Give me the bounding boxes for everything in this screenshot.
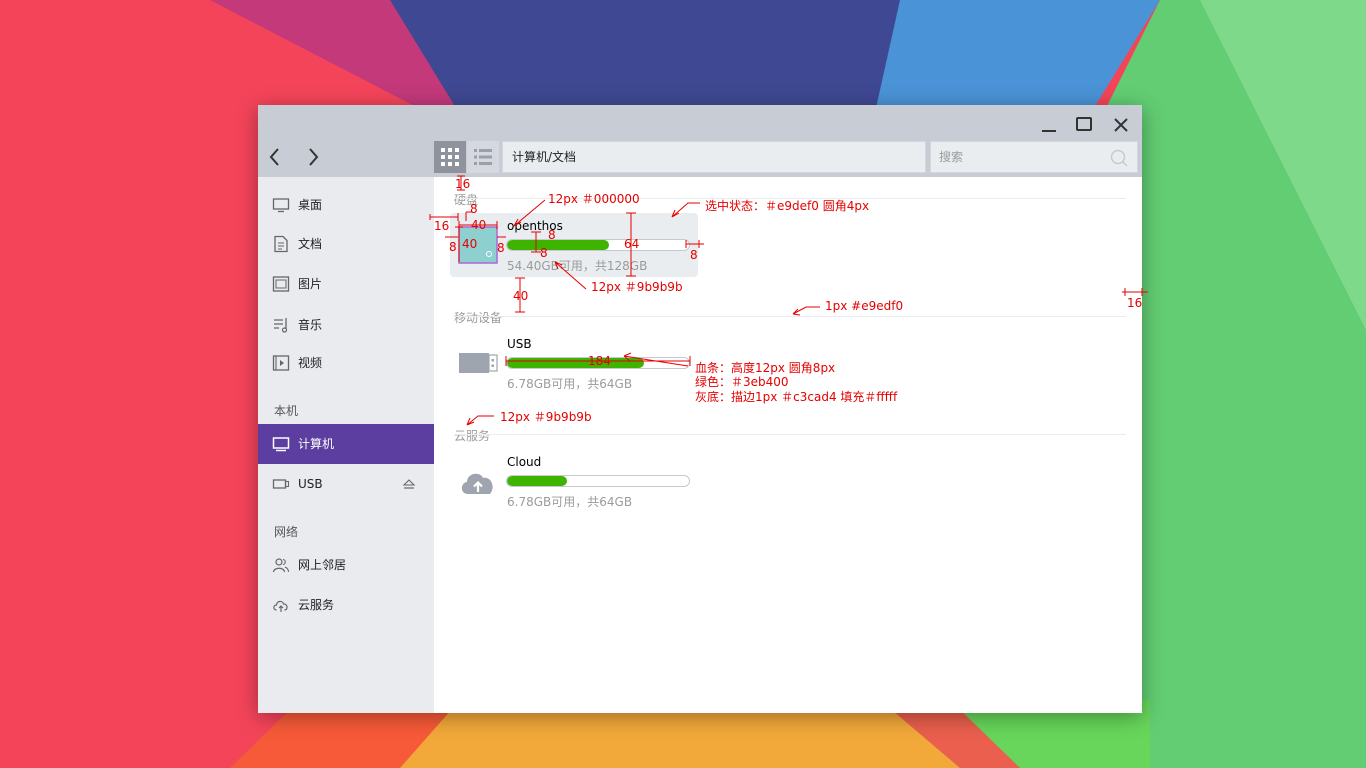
chevron-left-icon [269, 148, 279, 166]
minimize-icon [1042, 130, 1056, 132]
sidebar-item-label: 文档 [298, 237, 323, 251]
sidebar-item-label: 桌面 [298, 198, 323, 212]
device-cloud[interactable]: Cloud 6.78GB可用，共64GB [450, 449, 698, 513]
usb-icon [272, 479, 290, 489]
annotation-measure: 40 [471, 218, 487, 232]
music-icon [274, 318, 288, 333]
computer-icon [272, 437, 290, 452]
picture-icon [272, 276, 290, 292]
close-button[interactable] [1109, 113, 1133, 137]
annotation-measure: 64 [624, 237, 640, 251]
maximize-button[interactable] [1072, 113, 1096, 137]
sidebar-item-videos[interactable]: 视频 [258, 343, 434, 383]
annotation-bar-spec: 灰底：描边1px ＃c3cad4 填充＃fffff [695, 390, 898, 404]
sidebar-item-label: USB [298, 477, 323, 491]
search-box [930, 141, 1138, 173]
device-info: 6.78GB可用，共64GB [507, 495, 633, 509]
device-info: 6.78GB可用，共64GB [507, 377, 633, 391]
sidebar-item-label: 视频 [298, 356, 323, 370]
search-icon[interactable] [1109, 148, 1129, 168]
annotation-bar-spec: 血条：高度12px 圆角8px [695, 361, 836, 375]
storage-bar-fill [507, 358, 644, 368]
cloud-upload-icon [461, 473, 493, 494]
device-openthos[interactable]: openthos 54.40GB可用，共128GB [450, 213, 698, 277]
sidebar-item-music[interactable]: 音乐 [258, 305, 434, 345]
annotation-measure: 8 [449, 240, 457, 254]
path-bar[interactable]: 计算机/文档 [502, 141, 926, 173]
annotation-measure: 8 [470, 202, 478, 216]
annotation-bar-spec: 绿色：＃3eb400 [695, 375, 789, 389]
path-text: 计算机/文档 [512, 150, 577, 164]
forward-button[interactable] [301, 145, 325, 169]
grid-view-icon [441, 148, 459, 166]
sidebar-item-documents[interactable]: 文档 [258, 224, 434, 264]
chevron-right-icon [309, 148, 319, 166]
list-view-button[interactable] [467, 141, 499, 173]
annotation-measure: 40 [513, 289, 529, 303]
cloud-service-icon [273, 600, 288, 612]
storage-bar [506, 475, 690, 487]
device-name: Cloud [507, 455, 542, 469]
storage-bar [506, 239, 690, 251]
sidebar-item-cloud-service[interactable]: 云服务 [258, 585, 434, 625]
sidebar-item-pictures[interactable]: 图片 [258, 264, 434, 304]
video-icon [272, 355, 290, 371]
usb-drive-icon [459, 353, 498, 373]
annotation-measure: 8 [548, 228, 556, 242]
annotation-measure: 8 [690, 248, 698, 262]
sidebar-item-desktop[interactable]: 桌面 [258, 185, 434, 225]
file-manager-window: 计算机/文档 桌面 文档 图片 音乐 视频 [258, 105, 1142, 713]
title-bar: 计算机/文档 [258, 105, 1142, 177]
annotation-divider-spec: 1px #e9edf0 [825, 299, 904, 313]
storage-bar-fill [507, 240, 609, 250]
sidebar-item-label: 网上邻居 [298, 558, 347, 572]
divider [454, 434, 1126, 435]
sidebar-item-label: 计算机 [298, 437, 335, 451]
device-info: 54.40GB可用，共128GB [507, 259, 648, 273]
sidebar: 桌面 文档 图片 音乐 视频 本机 计算机 USB 网络 网上邻居 云服务 [258, 177, 434, 713]
annotation-measure: 8 [540, 246, 548, 260]
section-title-cloud: 云服务 [454, 429, 491, 443]
annotation-selected-spec: 选中状态：＃e9def0 圆角4px [705, 199, 870, 213]
sidebar-item-usb[interactable]: USB [258, 464, 434, 504]
annotation-name-spec: 12px ＃000000 [548, 192, 640, 206]
annotation-measure: 184 [588, 354, 611, 368]
list-view-icon [474, 149, 492, 165]
minimize-button[interactable] [1037, 113, 1061, 137]
close-icon [1114, 118, 1128, 132]
maximize-icon [1076, 117, 1092, 131]
annotation-info-spec: 12px ＃9b9b9b [591, 280, 683, 294]
sidebar-item-label: 云服务 [298, 598, 335, 612]
section-label-network: 网络 [274, 525, 299, 539]
device-name: USB [507, 337, 532, 351]
sidebar-item-computer[interactable]: 计算机 [258, 424, 434, 464]
annotation-measure: 16 [434, 219, 450, 233]
storage-bar-fill [507, 476, 568, 486]
grid-view-button[interactable] [434, 141, 466, 173]
network-neighbors-icon [272, 558, 290, 573]
annotation-measure: 40 [462, 237, 478, 251]
divider [454, 316, 1126, 317]
sidebar-item-network-neighbors[interactable]: 网上邻居 [258, 545, 434, 585]
sidebar-item-label: 图片 [298, 277, 323, 291]
desktop-icon [272, 198, 290, 213]
sidebar-item-label: 音乐 [298, 318, 323, 332]
device-usb[interactable]: USB 6.78GB可用，共64GB [450, 331, 698, 395]
annotation-section-spec: 12px ＃9b9b9b [500, 410, 592, 424]
document-icon [274, 235, 288, 253]
annotation-measure: 16 [455, 177, 471, 191]
annotation-measure: 8 [497, 241, 505, 255]
section-title-mobile: 移动设备 [454, 311, 503, 325]
section-label-local: 本机 [274, 404, 299, 418]
annotation-measure: 16 [1127, 296, 1143, 310]
eject-icon[interactable] [401, 476, 417, 492]
back-button[interactable] [263, 145, 287, 169]
search-input[interactable] [931, 142, 1107, 172]
